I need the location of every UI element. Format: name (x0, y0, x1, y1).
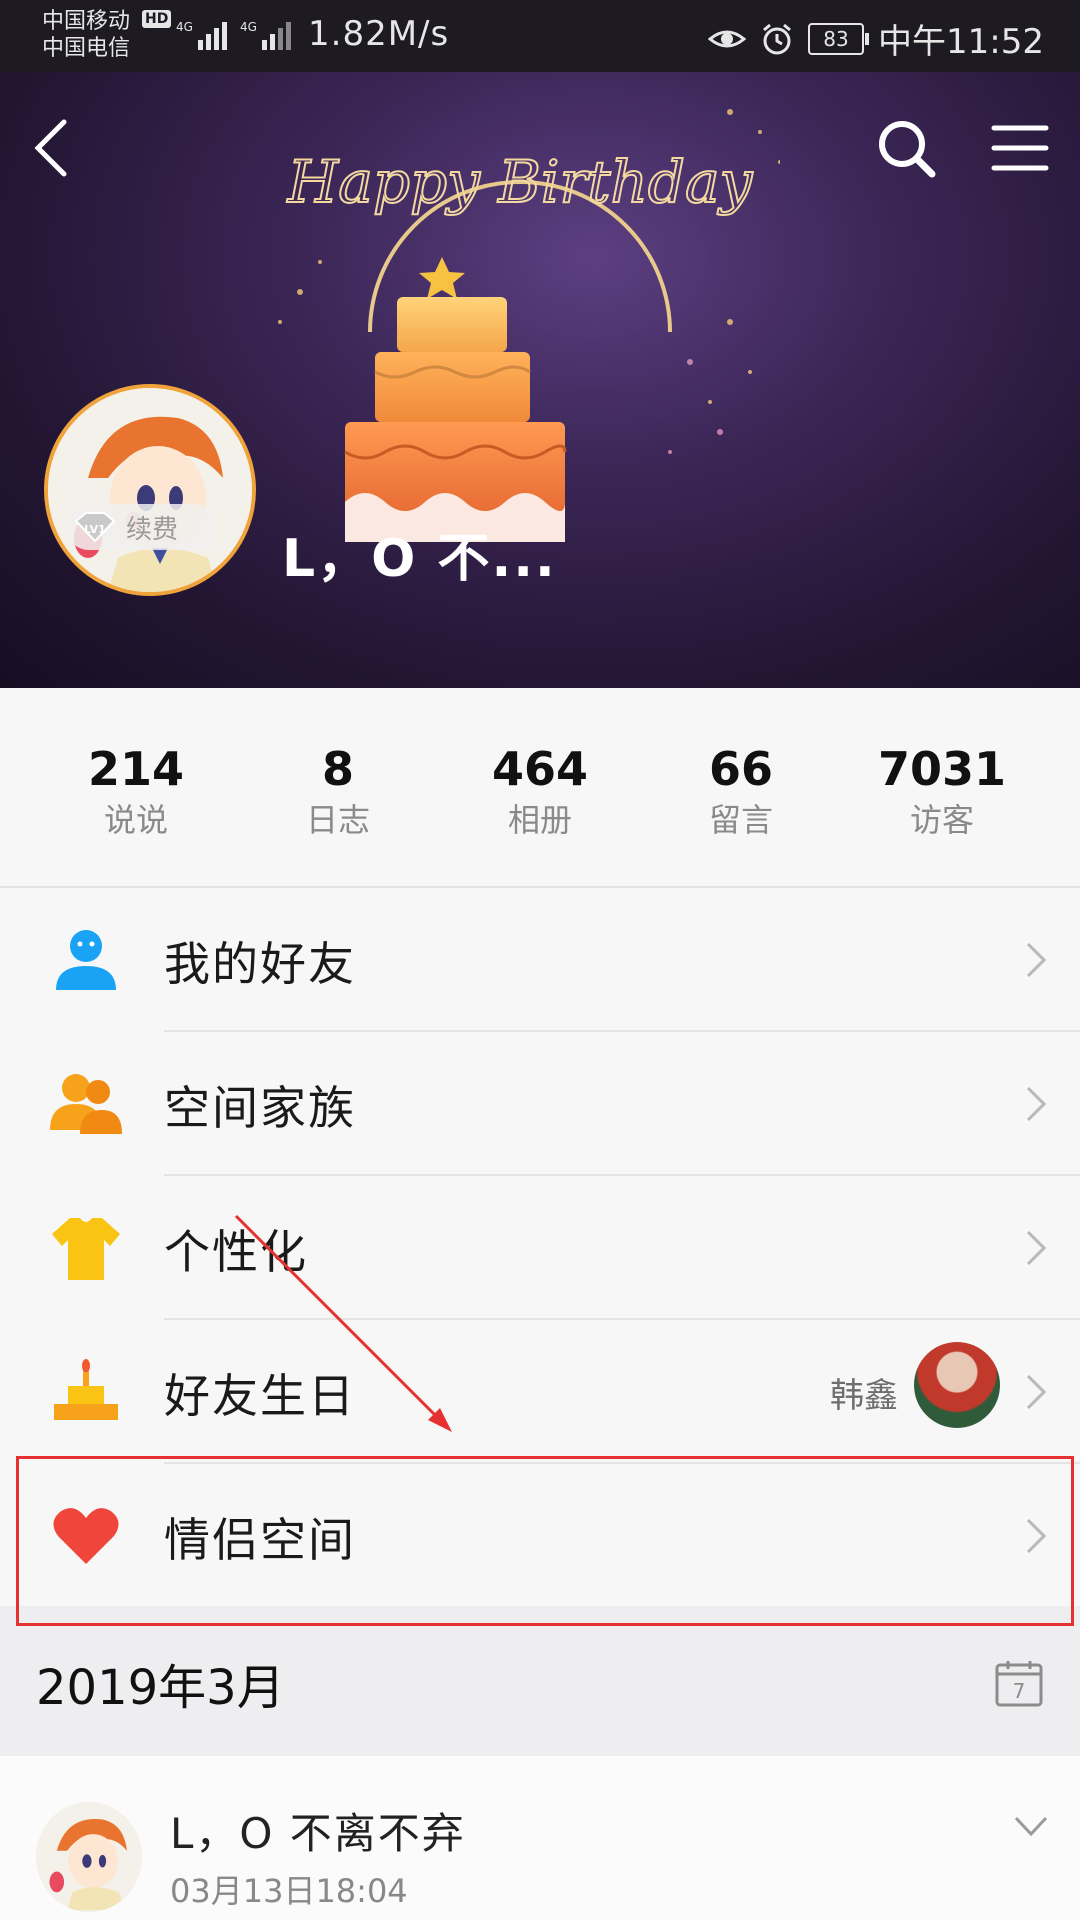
alarm-icon (763, 23, 791, 54)
renew-label: 续费 (126, 514, 179, 545)
tshirt-icon (52, 1218, 120, 1280)
status-bar: 中国移动 中国电信 HD 4G 4G 1.82M/s 83 中午11:52 (0, 0, 1080, 72)
feed-item[interactable]: L，O 不离不弃 03月13日18:04 (0, 1756, 1080, 1920)
feed-author-name: L，O 不离不弃 (170, 1809, 466, 1858)
svg-text:LV1: LV1 (84, 523, 106, 536)
stat-blog[interactable]: 8 日志 (238, 740, 438, 842)
menu-label: 个性化 (164, 1225, 308, 1279)
stat-value: 7031 (877, 742, 1007, 796)
menu-item-couple-space[interactable]: 情侣空间 (0, 1464, 1080, 1608)
search-icon (879, 121, 936, 178)
menu-label: 好友生日 (164, 1369, 356, 1423)
stat-label: 留言 (708, 801, 773, 839)
chevron-right-icon (1026, 1518, 1047, 1554)
feed-avatar[interactable] (36, 1802, 142, 1912)
profile-stats: 214 说说 8 日志 464 相册 66 留言 7031 访客 (0, 688, 1080, 888)
stat-value: 66 (708, 742, 773, 796)
svg-text:4G: 4G (240, 20, 257, 34)
eye-icon (708, 30, 747, 47)
profile-nickname: L，O 不... (282, 529, 557, 589)
signal-icon-2: 4G (240, 20, 291, 50)
menu-button[interactable] (980, 108, 1060, 188)
birthday-cake-icon (54, 1359, 118, 1420)
birthday-friend-avatar (914, 1342, 1000, 1428)
svg-text:4G: 4G (176, 20, 193, 34)
back-arrow-icon (34, 119, 67, 177)
profile-banner: Happy Birthday LV1 续费 L，O 不... (0, 72, 1080, 688)
menu-label: 空间家族 (164, 1081, 356, 1135)
timeline-date: 2019年3月 (36, 1660, 285, 1716)
menu-item-personalize[interactable]: 个性化 (0, 1176, 1080, 1320)
cartoon-boy-avatar (48, 388, 252, 592)
menu-label: 我的好友 (164, 937, 356, 991)
carrier-1: 中国移动 (42, 9, 131, 34)
stat-value: 464 (491, 742, 589, 796)
network-speed: 1.82M/s (308, 14, 450, 54)
clock: 中午11:52 (878, 22, 1044, 62)
hamburger-icon (991, 125, 1049, 171)
stat-label: 说说 (103, 801, 168, 839)
chevron-down-icon[interactable] (1012, 1814, 1050, 1840)
happy-birthday-text: Happy Birthday (287, 148, 754, 216)
chevron-right-icon (1026, 1086, 1047, 1122)
birthday-friend-name: 韩鑫 (830, 1376, 898, 1416)
menu-item-friends[interactable]: 我的好友 (0, 888, 1080, 1032)
search-button[interactable] (866, 108, 946, 188)
stat-label: 访客 (909, 801, 974, 839)
signal-icon-1: 4G (176, 20, 227, 50)
menu-item-friend-birthday[interactable]: 好友生日 韩鑫 (0, 1320, 1080, 1464)
friends-icon (56, 930, 116, 990)
back-button[interactable] (14, 108, 94, 188)
menu-item-space-family[interactable]: 空间家族 (0, 1032, 1080, 1176)
stat-label: 日志 (305, 801, 370, 839)
family-icon (50, 1074, 122, 1134)
birthday-cake-illustration: Happy Birthday (278, 109, 780, 542)
stat-value: 8 (321, 742, 354, 796)
stat-shuoshuo[interactable]: 214 说说 (36, 740, 236, 842)
timeline-date-header: 2019年3月 7 (0, 1606, 1080, 1756)
stat-label: 相册 (507, 801, 572, 839)
stat-messages[interactable]: 66 留言 (641, 740, 841, 842)
stat-album[interactable]: 464 相册 (440, 740, 640, 842)
vip-level-badge[interactable]: LV1 续费 (66, 504, 216, 550)
cartoon-boy-avatar (36, 1804, 142, 1910)
menu-label: 情侣空间 (164, 1513, 356, 1567)
chevron-right-icon (1026, 942, 1047, 978)
carrier-2: 中国电信 (42, 36, 131, 61)
profile-avatar[interactable] (44, 384, 256, 596)
heart-icon (53, 1508, 119, 1564)
chevron-right-icon (1026, 1230, 1047, 1266)
carrier-info: 中国移动 中国电信 (42, 8, 130, 62)
svg-text:7: 7 (1013, 1679, 1026, 1703)
chevron-right-icon (1026, 1374, 1047, 1410)
stat-visitors[interactable]: 7031 访客 (842, 740, 1042, 842)
battery-indicator: 83 (808, 22, 870, 55)
diamond-icon: LV1 (74, 512, 116, 543)
hd-badge: HD (142, 10, 172, 28)
calendar-icon[interactable]: 7 (994, 1658, 1044, 1708)
stat-value: 214 (87, 742, 185, 796)
feed-timestamp: 03月13日18:04 (170, 1872, 408, 1910)
